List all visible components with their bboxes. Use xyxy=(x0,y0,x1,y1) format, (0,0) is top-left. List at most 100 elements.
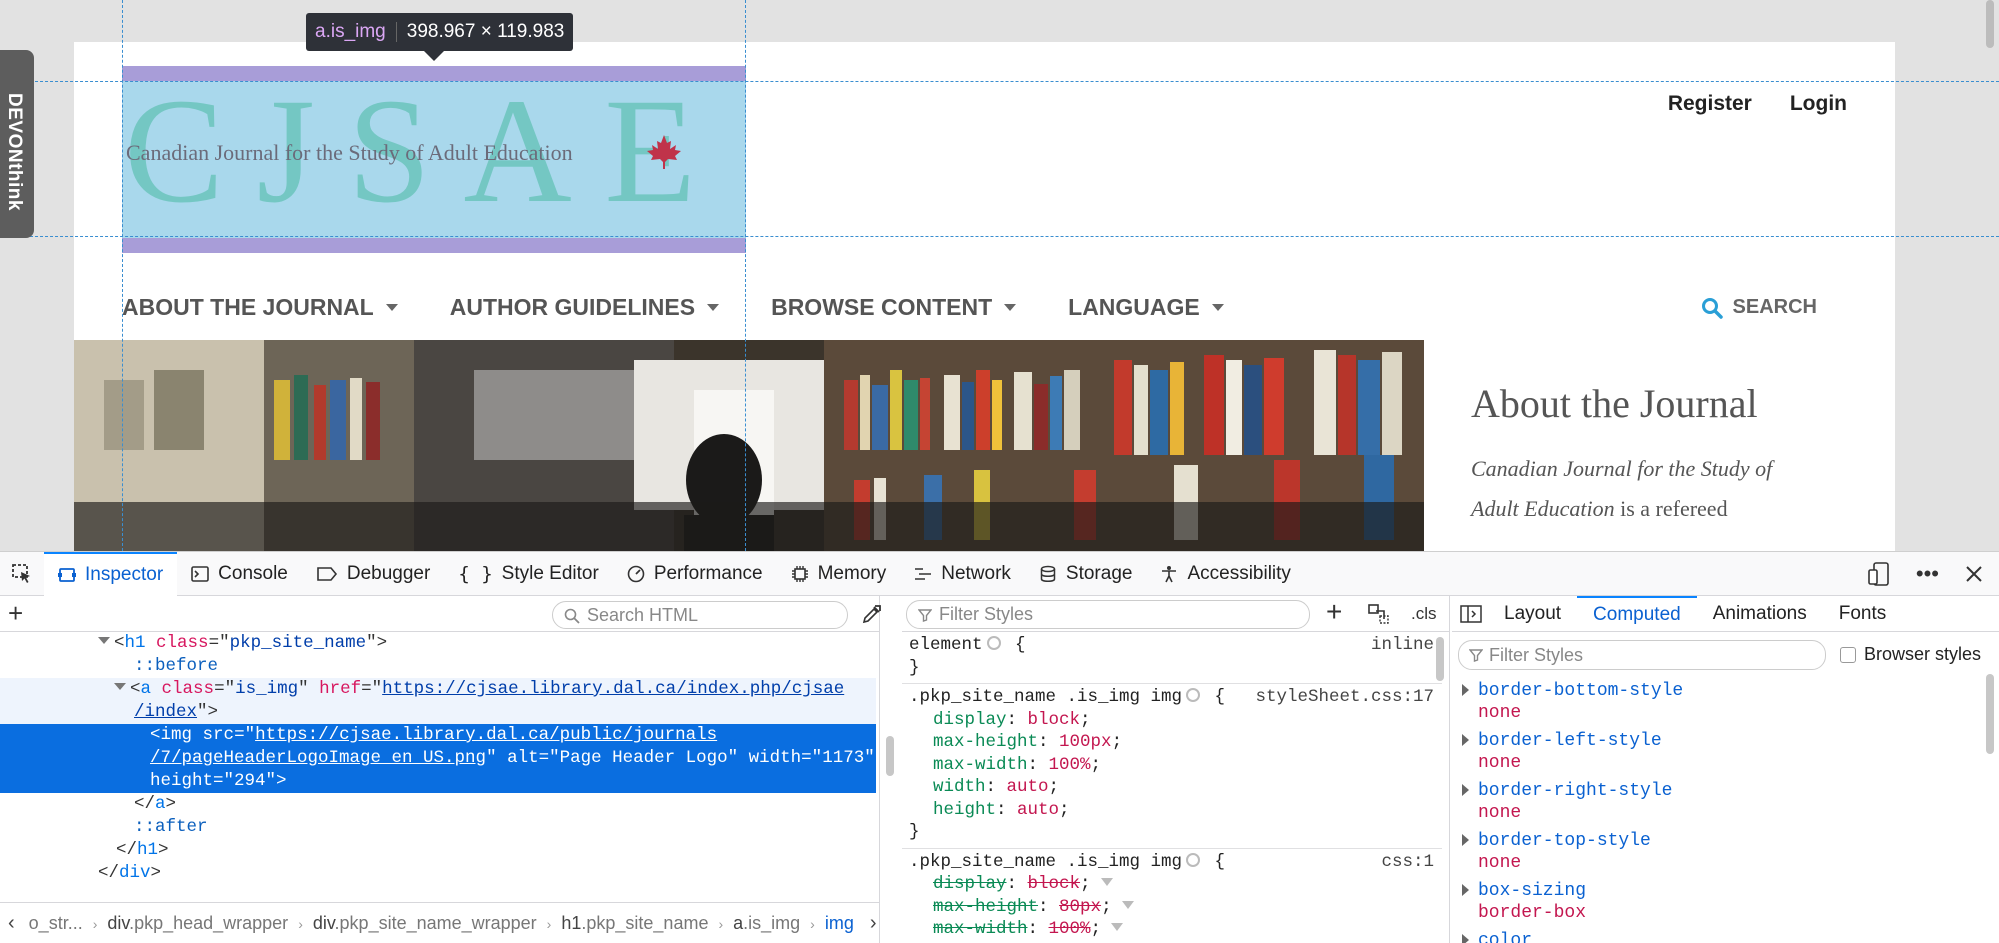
rule-block: .pkp_site_name .is_img img { styleSheet.… xyxy=(902,684,1442,849)
markup-line-anchor-cont[interactable]: /index"> xyxy=(0,701,876,724)
breadcrumb-item[interactable]: a.is_img xyxy=(723,913,810,934)
expand-twisty-icon[interactable] xyxy=(1462,734,1469,746)
journal-name-italic: Adult Education xyxy=(1471,496,1615,521)
logo-link[interactable]: C J S A E Canadian Journal for the Study… xyxy=(122,66,746,253)
computed-filter-input[interactable]: Filter Styles xyxy=(1458,640,1826,670)
breadcrumb-item-current[interactable]: img xyxy=(815,913,864,934)
filter-styles-input[interactable]: Filter Styles xyxy=(906,600,1310,629)
tab-layout[interactable]: Layout xyxy=(1488,596,1577,632)
computed-property[interactable]: border-right-style none xyxy=(1452,780,1982,830)
tab-accessibility[interactable]: Accessibility xyxy=(1146,552,1304,596)
browser-styles-checkbox[interactable] xyxy=(1840,646,1856,663)
browser-styles-toggle[interactable]: Browser styles xyxy=(1840,644,1981,665)
computed-property[interactable]: border-bottom-style none xyxy=(1452,680,1982,730)
markup-line-img-selected[interactable]: <img src="https://cjsae.library.dal.ca/p… xyxy=(0,724,876,747)
breadcrumb-item[interactable]: div.pkp_site_name_wrapper xyxy=(303,913,547,934)
rule-declaration[interactable]: display: block; xyxy=(909,709,1434,732)
devonthink-tab[interactable]: DEVONthink xyxy=(0,50,34,238)
expand-twisty-icon[interactable] xyxy=(1462,934,1469,943)
rule-selector: element xyxy=(909,635,983,655)
tab-network[interactable]: Network xyxy=(900,552,1025,596)
login-link[interactable]: Login xyxy=(1790,92,1847,116)
markup-line-img-selected[interactable]: height="294"> xyxy=(0,770,876,793)
markup-line-h1[interactable]: <h1 class="pkp_site_name"> xyxy=(0,632,876,655)
nav-language[interactable]: LANGUAGE xyxy=(1068,294,1224,321)
rule-declaration[interactable]: height: auto; xyxy=(909,799,1434,822)
tab-label: Style Editor xyxy=(501,562,599,584)
tab-style-editor[interactable]: { } Style Editor xyxy=(444,552,612,596)
gear-icon[interactable] xyxy=(1186,852,1201,867)
tab-inspector[interactable]: Inspector xyxy=(44,551,178,596)
toggle-sidebar-icon[interactable] xyxy=(1460,604,1482,624)
page-scrollbar[interactable] xyxy=(1986,0,1994,48)
markup-line-anchor-close[interactable]: </a> xyxy=(0,793,876,816)
rule-selector: .pkp_site_name .is_img img xyxy=(909,851,1183,872)
nav-author-guidelines[interactable]: AUTHOR GUIDELINES xyxy=(450,294,720,321)
tab-computed[interactable]: Computed xyxy=(1577,595,1697,632)
filter-icon[interactable] xyxy=(1111,923,1124,931)
markup-line-h1-close[interactable]: </h1> xyxy=(0,839,876,862)
markup-line-div-close[interactable]: </div> xyxy=(0,862,876,885)
rule-declaration-overridden[interactable]: max-height: 80px; xyxy=(909,896,1434,919)
eyedropper-icon[interactable] xyxy=(862,604,882,624)
breadcrumb-item[interactable]: div.pkp_head_wrapper xyxy=(97,913,298,934)
markup-line-img-selected[interactable]: /7/pageHeaderLogoImage_en_US.png" alt="P… xyxy=(0,747,876,770)
expand-twisty-icon[interactable] xyxy=(1462,784,1469,796)
tab-storage[interactable]: Storage xyxy=(1025,552,1147,596)
gear-icon[interactable] xyxy=(1186,688,1201,702)
register-link[interactable]: Register xyxy=(1668,92,1752,116)
computed-scrollbar[interactable] xyxy=(1986,674,1994,754)
rules-scrollbar[interactable] xyxy=(1436,637,1444,681)
collapse-twisty-icon[interactable] xyxy=(98,637,110,644)
add-rule-icon[interactable]: + xyxy=(1326,596,1342,628)
markup-scrollbar[interactable] xyxy=(886,736,894,776)
filter-icon xyxy=(1469,649,1483,662)
tab-fonts[interactable]: Fonts xyxy=(1823,596,1903,632)
close-icon[interactable] xyxy=(1965,565,1983,583)
rule-source[interactable]: css:1 xyxy=(1381,851,1434,874)
rule-declaration[interactable]: max-height: 100px; xyxy=(909,731,1434,754)
nav-about-journal[interactable]: ABOUT THE JOURNAL xyxy=(122,294,398,321)
computed-property[interactable]: box-sizing border-box xyxy=(1452,880,1982,930)
tab-animations[interactable]: Animations xyxy=(1697,596,1823,632)
rule-source[interactable]: styleSheet.css:17 xyxy=(1255,686,1434,709)
rule-block-overridden: .pkp_site_name .is_img img { css:1 displ… xyxy=(909,851,1434,941)
computed-property[interactable]: border-top-style none xyxy=(1452,830,1982,880)
more-options-icon[interactable]: ••• xyxy=(1916,561,1939,587)
breadcrumb-forward-icon[interactable]: › xyxy=(864,912,880,935)
expand-twisty-icon[interactable] xyxy=(1462,884,1469,896)
infobar-arrow xyxy=(424,51,444,61)
search-link[interactable]: SEARCH xyxy=(1701,296,1817,319)
filter-icon[interactable] xyxy=(1100,878,1113,886)
infobar-divider xyxy=(395,22,397,42)
computed-property[interactable]: color xyxy=(1452,930,1982,943)
gear-icon[interactable] xyxy=(986,636,1001,650)
computed-property[interactable]: border-left-style none xyxy=(1452,730,1982,780)
element-picker-icon[interactable] xyxy=(0,552,44,596)
markup-line-after[interactable]: ::after xyxy=(0,816,876,839)
rule-declaration-overridden[interactable]: max-width: 100%; xyxy=(909,918,1434,941)
rule-declaration-overridden[interactable]: display: block; xyxy=(909,873,1434,896)
tab-performance[interactable]: Performance xyxy=(613,552,777,596)
markup-line-before[interactable]: ::before xyxy=(0,655,876,678)
filter-icon[interactable] xyxy=(1121,900,1134,909)
expand-twisty-icon[interactable] xyxy=(1462,834,1469,846)
rule-declaration[interactable]: width: auto; xyxy=(909,776,1434,799)
cls-toggle[interactable]: .cls xyxy=(1411,604,1437,624)
breadcrumb-item[interactable]: h1.pkp_site_name xyxy=(551,913,718,934)
tab-memory[interactable]: Memory xyxy=(777,552,901,596)
nav-browse-content[interactable]: BROWSE CONTENT xyxy=(771,294,1017,321)
toggle-pseudo-classes-icon[interactable] xyxy=(1368,604,1390,624)
search-html-input[interactable]: Search HTML xyxy=(552,601,848,629)
add-node-icon[interactable]: + xyxy=(8,598,23,629)
rule-declaration[interactable]: max-width: 100%; xyxy=(909,754,1434,777)
tab-debugger[interactable]: Debugger xyxy=(302,552,444,596)
markup-line-anchor[interactable]: <a class="is_img" href="https://cjsae.li… xyxy=(0,678,876,701)
breadcrumb-item[interactable]: o_str... xyxy=(19,913,93,934)
responsive-design-icon[interactable] xyxy=(1868,562,1890,586)
collapse-twisty-icon[interactable] xyxy=(114,683,126,690)
rule-source[interactable]: inline xyxy=(1371,634,1434,657)
breadcrumb-back-icon[interactable]: ‹ xyxy=(0,912,19,935)
expand-twisty-icon[interactable] xyxy=(1462,684,1469,696)
tab-console[interactable]: Console xyxy=(177,552,302,596)
